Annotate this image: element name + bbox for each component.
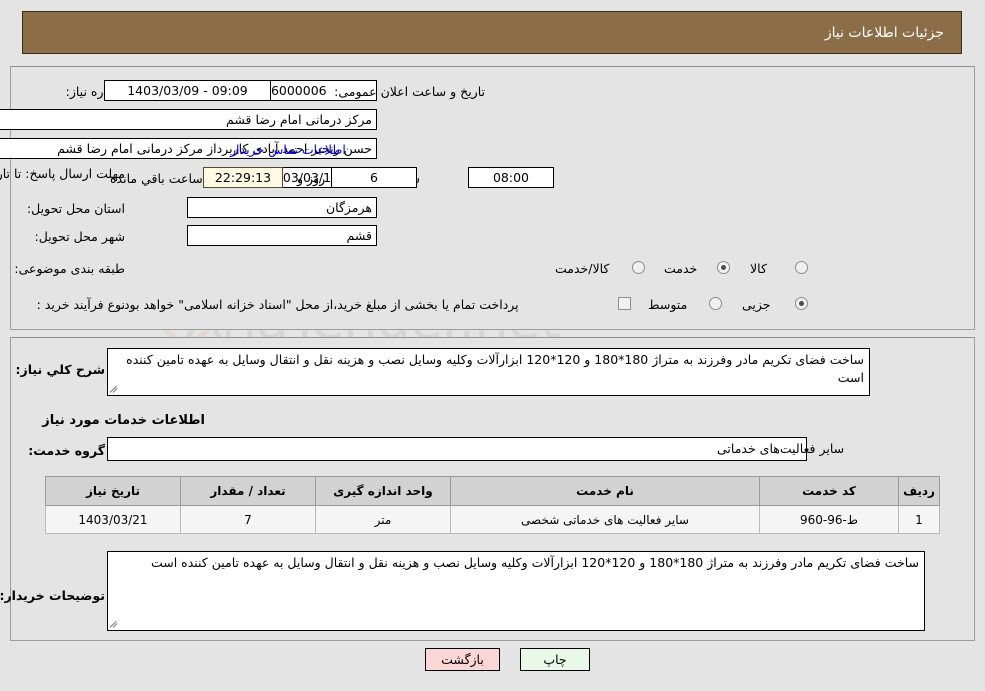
cell-date: 1403/03/21 bbox=[45, 505, 181, 534]
need-info-panel bbox=[10, 66, 975, 330]
table-header-row: ردیف کد خدمت نام خدمت واحد اندازه گیری ت… bbox=[45, 476, 940, 506]
delivery-province-value: هرمزگان bbox=[187, 197, 377, 218]
page-root: AriaTender.net جزئیات اطلاعات نیاز شماره… bbox=[0, 0, 985, 691]
radio-process-minor[interactable] bbox=[795, 297, 808, 310]
col-row: ردیف bbox=[898, 476, 940, 506]
cell-code: ط-96-960 bbox=[759, 505, 899, 534]
radio-category-goods-service-label: کالا/خدمت bbox=[555, 261, 610, 276]
remaining-days-label: روز و bbox=[297, 171, 326, 186]
resize-grip-icon bbox=[109, 384, 120, 394]
public-announce-label: تاریخ و ساعت اعلان عمومی: bbox=[334, 84, 485, 99]
radio-category-goods-label: کالا bbox=[750, 261, 767, 276]
col-code: کد خدمت bbox=[759, 476, 899, 506]
countdown-timer-label: ساعت باقي مانده bbox=[110, 171, 203, 186]
back-button[interactable]: بازگشت bbox=[425, 648, 500, 671]
service-group-text: سایر فعالیت‌های خدماتی bbox=[717, 441, 845, 456]
buyer-notes-textarea[interactable]: ساخت فضای تکریم مادر وفرزند به متراژ 180… bbox=[107, 551, 925, 631]
col-name: نام خدمت bbox=[450, 476, 760, 506]
response-deadline-label: مهلت ارسال پاسخ: تا تاریخ: bbox=[0, 166, 125, 181]
purchase-process-label: نوع فرآیند خرید : bbox=[36, 297, 125, 312]
service-group-label: گروه خدمت: bbox=[28, 443, 105, 458]
radio-category-goods-service[interactable] bbox=[632, 261, 645, 274]
public-announce-value: 09:09 - 1403/03/09 bbox=[104, 80, 271, 101]
col-qty: تعداد / مقدار bbox=[180, 476, 316, 506]
delivery-city-value: قشم bbox=[187, 225, 377, 246]
radio-process-medium[interactable] bbox=[709, 297, 722, 310]
cell-name: سایر فعالیت های خدماتی شخصی bbox=[450, 505, 760, 534]
cell-row: 1 bbox=[898, 505, 940, 534]
buyer-org-value: مرکز درمانی امام رضا قشم bbox=[0, 109, 377, 130]
summary-text: ساخت فضای تکریم مادر وفرزند به متراژ 180… bbox=[126, 352, 864, 385]
subject-category-label: طبقه بندی موضوعی: bbox=[14, 261, 125, 276]
summary-label: شرح کلي نیاز: bbox=[15, 362, 105, 377]
col-date: تاریخ نیاز bbox=[45, 476, 181, 506]
delivery-city-label: شهر محل تحویل: bbox=[34, 229, 125, 244]
buyer-notes-text: ساخت فضای تکریم مادر وفرزند به متراژ 180… bbox=[150, 555, 919, 570]
radio-process-minor-label: جزیی bbox=[742, 297, 771, 312]
remaining-days-value: 6 bbox=[331, 167, 417, 188]
buyer-notes-label: توضیحات خریدار: bbox=[0, 588, 105, 603]
deadline-time-value: 08:00 bbox=[468, 167, 554, 188]
page-title: جزئیات اطلاعات نیاز bbox=[824, 25, 944, 41]
summary-textarea[interactable]: ساخت فضای تکریم مادر وفرزند به متراژ 180… bbox=[107, 348, 870, 396]
service-group-value[interactable] bbox=[107, 437, 807, 461]
delivery-province-label: استان محل تحویل: bbox=[26, 201, 125, 216]
radio-category-goods[interactable] bbox=[795, 261, 808, 274]
radio-process-medium-label: متوسط bbox=[648, 297, 688, 312]
cell-unit: متر bbox=[315, 505, 451, 534]
buyer-contact-link[interactable]: اطلاعات تماس خریدار bbox=[230, 142, 346, 157]
cell-qty: 7 bbox=[180, 505, 316, 534]
print-button[interactable]: چاپ bbox=[520, 648, 590, 671]
window-title-bar: جزئیات اطلاعات نیاز bbox=[22, 11, 962, 54]
resize-grip-icon-2 bbox=[109, 619, 120, 629]
table-row[interactable]: 1 ط-96-960 سایر فعالیت های خدماتی شخصی م… bbox=[45, 505, 940, 534]
radio-category-service-label: خدمت bbox=[664, 261, 698, 276]
radio-category-service[interactable] bbox=[717, 261, 730, 274]
treasury-bond-label: پرداخت تمام یا بخشی از مبلغ خرید،از محل … bbox=[120, 297, 519, 312]
treasury-bond-checkbox[interactable] bbox=[618, 297, 631, 310]
countdown-timer-value: 22:29:13 bbox=[203, 167, 283, 188]
col-unit: واحد اندازه گیری bbox=[315, 476, 451, 506]
services-table: ردیف کد خدمت نام خدمت واحد اندازه گیری ت… bbox=[45, 476, 940, 534]
services-info-heading: اطلاعات خدمات مورد نیاز bbox=[42, 413, 205, 428]
